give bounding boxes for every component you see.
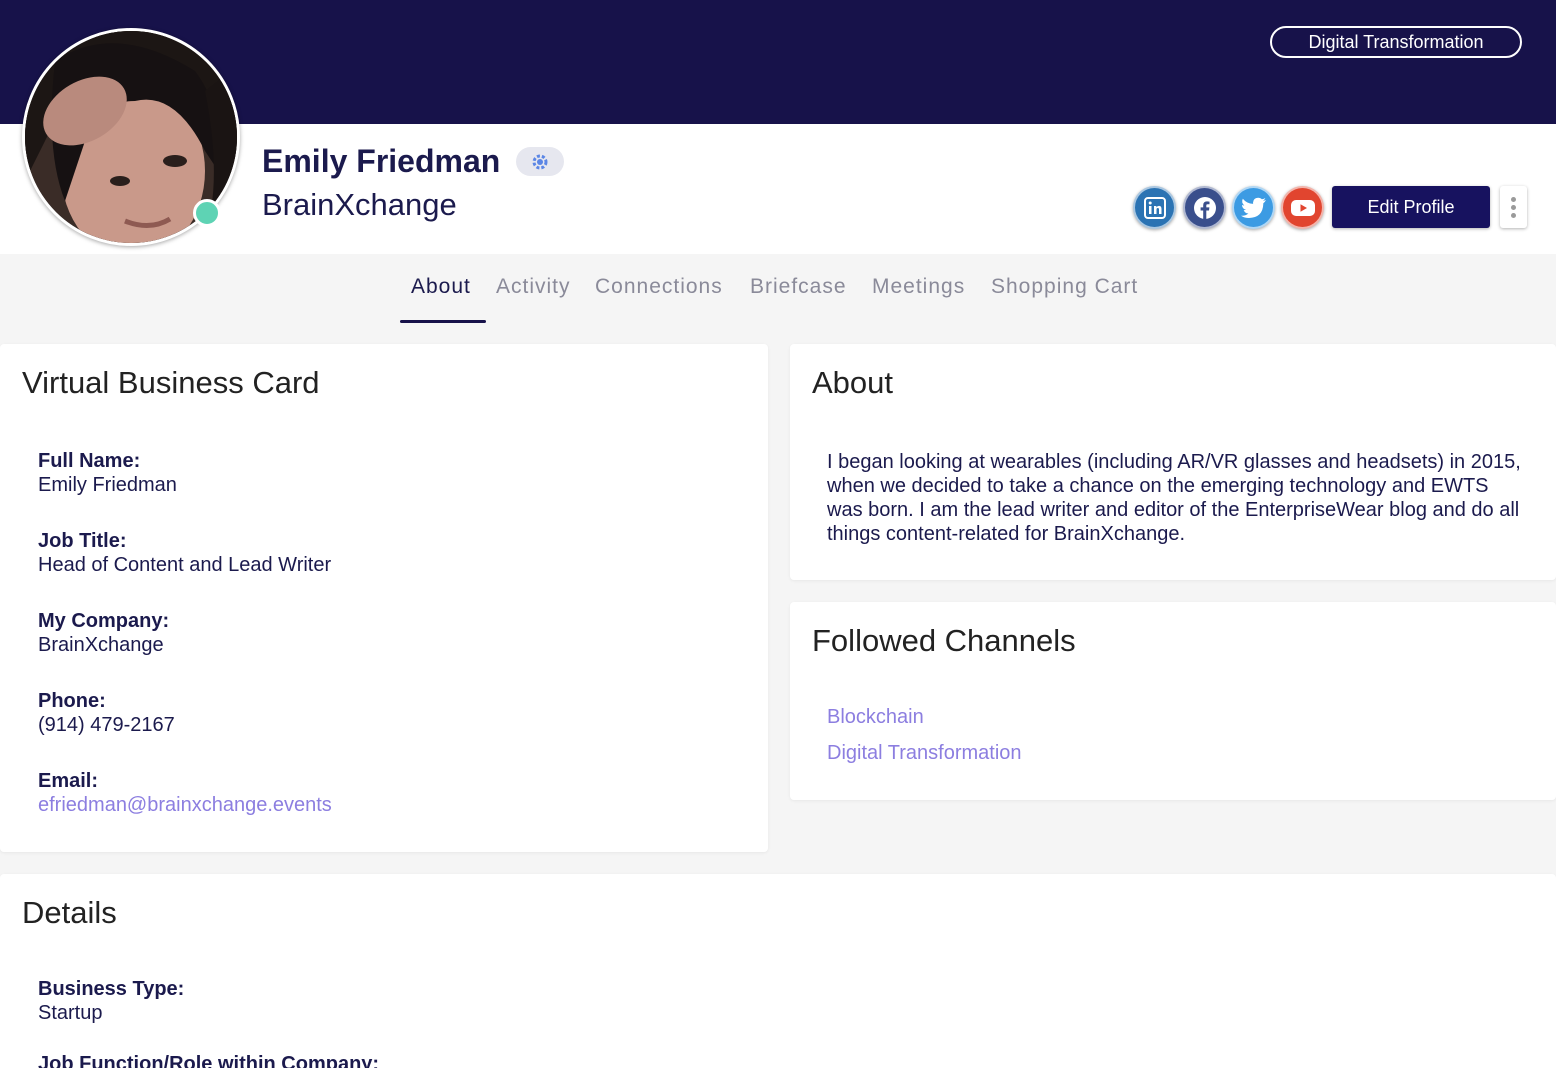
about-panel: About I began looking at wearables (incl…: [790, 344, 1556, 580]
more-options-button[interactable]: [1500, 186, 1527, 228]
email-link[interactable]: efriedman@brainxchange.events: [38, 793, 332, 817]
business-type-label: Business Type:: [38, 978, 185, 1000]
job-title-label: Job Title:: [38, 530, 127, 552]
facebook-icon: [1193, 196, 1216, 219]
job-title-value: Head of Content and Lead Writer: [38, 554, 332, 576]
business-type-value: Startup: [38, 1002, 103, 1024]
full-name-value: Emily Friedman: [38, 474, 177, 496]
followed-channels-title: Followed Channels: [812, 623, 1076, 658]
job-function-label: Job Function/Role within Company:: [38, 1053, 380, 1068]
tab-activity[interactable]: Activity: [496, 272, 571, 302]
twitter-button[interactable]: [1232, 186, 1275, 229]
about-text: I began looking at wearables (including …: [827, 451, 1521, 545]
tab-connections[interactable]: Connections: [595, 272, 723, 302]
edit-profile-button[interactable]: Edit Profile: [1332, 186, 1490, 228]
details-panel: Details Business Type: Startup Job Funct…: [0, 874, 1556, 1068]
business-card-title: Virtual Business Card: [22, 365, 320, 400]
tab-about[interactable]: About: [411, 272, 471, 302]
linkedin-icon: [1143, 196, 1166, 219]
followed-channels-panel: Followed Channels Blockchain Digital Tra…: [790, 602, 1556, 800]
channel-pill-button[interactable]: Digital Transformation: [1270, 26, 1522, 58]
profile-company: BrainXchange: [262, 187, 457, 222]
company-value: BrainXchange: [38, 634, 164, 656]
about-title: About: [812, 365, 894, 400]
youtube-icon: [1290, 199, 1315, 216]
business-card-panel: Virtual Business Card Full Name: Emily F…: [0, 344, 768, 852]
tab-briefcase[interactable]: Briefcase: [750, 272, 847, 302]
full-name-label: Full Name:: [38, 450, 141, 472]
more-vertical-icon-dot: [1511, 212, 1516, 218]
active-tab-indicator: [400, 320, 486, 323]
profile-name: Emily Friedman: [262, 143, 501, 179]
youtube-button[interactable]: [1281, 186, 1324, 229]
phone-value: (914) 479-2167: [38, 714, 175, 736]
more-vertical-icon-dot: [1511, 204, 1516, 210]
facebook-button[interactable]: [1183, 186, 1226, 229]
user-gear-icon: [516, 147, 564, 176]
channel-link-digital-transformation[interactable]: Digital Transformation: [827, 741, 1022, 765]
tab-shopping-cart[interactable]: Shopping Cart: [991, 272, 1138, 302]
more-vertical-icon: [1511, 196, 1516, 202]
company-label: My Company:: [38, 610, 170, 632]
channel-link-blockchain[interactable]: Blockchain: [827, 705, 924, 729]
online-status-indicator: [193, 199, 221, 227]
email-label: Email:: [38, 770, 99, 792]
profile-tabs: About Activity Connections Briefcase Mee…: [0, 272, 1556, 302]
phone-label: Phone:: [38, 690, 106, 712]
linkedin-button[interactable]: [1133, 186, 1176, 229]
details-title: Details: [22, 895, 117, 930]
tab-meetings[interactable]: Meetings: [872, 272, 965, 302]
twitter-icon: [1240, 197, 1266, 218]
